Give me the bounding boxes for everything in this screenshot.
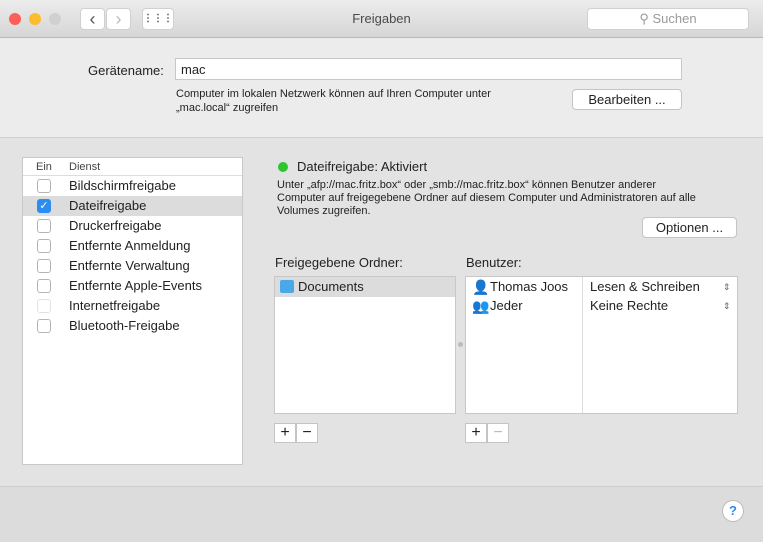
service-label: Druckerfreigabe: [69, 218, 162, 233]
service-row[interactable]: Entfernte Apple-Events: [23, 276, 242, 296]
bottom-bar: ?: [0, 486, 763, 542]
status-desc-line3: Volumes zugreifen.: [277, 205, 371, 217]
services-list: Ein Dienst Bildschirmfreigabe ✓ Dateifreig…: [22, 157, 243, 465]
column-service-label: Dienst: [69, 161, 101, 173]
status-desc-line1: Unter „afp://mac.fritz.box“ oder „smb://…: [277, 179, 657, 191]
search-input[interactable]: ⚲ Suchen: [587, 8, 749, 30]
service-label: Entfernte Verwaltung: [69, 258, 190, 273]
folder-name: Documents: [298, 279, 364, 294]
service-checkbox[interactable]: [37, 279, 51, 293]
permission-value: Lesen & Schreiben: [590, 279, 700, 294]
service-row[interactable]: Entfernte Anmeldung: [23, 236, 242, 256]
service-row[interactable]: Internetfreigabe: [23, 296, 242, 316]
service-checkbox[interactable]: [37, 179, 51, 193]
users-label: Benutzer:: [466, 255, 522, 270]
remove-folder-button[interactable]: −: [296, 423, 318, 443]
service-checkbox[interactable]: [37, 219, 51, 233]
service-label: Dateifreigabe: [69, 198, 147, 213]
service-row[interactable]: Entfernte Verwaltung: [23, 256, 242, 276]
service-row[interactable]: Druckerfreigabe: [23, 216, 242, 236]
help-button[interactable]: ?: [722, 500, 744, 522]
service-row[interactable]: ✓ Dateifreigabe: [23, 196, 242, 216]
group-icon: 👥: [472, 298, 490, 314]
add-folder-button[interactable]: +: [274, 423, 296, 443]
service-row[interactable]: Bluetooth-Freigabe: [23, 316, 242, 336]
permission-value: Keine Rechte: [590, 298, 669, 313]
users-list: 👤 Thomas Joos Lesen & Schreiben ⇕ 👥 Jeder Kein…: [465, 276, 738, 414]
add-user-button[interactable]: +: [465, 423, 487, 443]
folder-icon: [280, 280, 294, 293]
remove-user-button[interactable]: −: [487, 423, 509, 443]
edit-button[interactable]: Bearbeiten ...: [572, 89, 682, 110]
column-on[interactable]: Ein: [36, 160, 52, 174]
user-icon: 👤: [472, 279, 490, 295]
search-placeholder: Suchen: [652, 11, 697, 26]
service-checkbox[interactable]: [37, 259, 51, 273]
folder-row[interactable]: Documents: [275, 277, 455, 297]
device-name-input[interactable]: mac: [175, 58, 682, 80]
folders-label: Freigegebene Ordner:: [275, 255, 403, 270]
service-label: Entfernte Anmeldung: [69, 238, 191, 253]
split-handle[interactable]: [458, 342, 463, 347]
title-bar: ‹ › ⋮⋮⋮ Freigaben ⚲ Suchen: [0, 0, 763, 38]
service-row[interactable]: Bildschirmfreigabe: [23, 176, 242, 196]
service-label: Internetfreigabe: [69, 298, 161, 313]
status-title: Dateifreigabe: Aktiviert: [297, 159, 428, 174]
device-info-line2: „mac.local“ zugreifen: [176, 102, 279, 114]
user-name: Jeder: [490, 298, 523, 313]
user-row[interactable]: 👤 Thomas Joos Lesen & Schreiben ⇕: [466, 277, 737, 297]
updown-chevron-icon: ⇕: [723, 301, 731, 311]
folders-list: Documents: [274, 276, 456, 414]
service-checkbox[interactable]: ✓: [37, 199, 51, 213]
search-icon: ⚲: [639, 11, 653, 26]
user-name: Thomas Joos: [490, 279, 569, 294]
service-checkbox[interactable]: [37, 239, 51, 253]
device-section: Gerätename: mac Computer im lokalen Netz…: [0, 38, 763, 138]
permission-select[interactable]: Keine Rechte ⇕: [590, 296, 738, 316]
device-name-label: Gerätename:: [88, 63, 164, 78]
service-label: Bildschirmfreigabe: [69, 178, 176, 193]
service-label: Entfernte Apple-Events: [69, 278, 202, 293]
service-label: Bluetooth-Freigabe: [69, 318, 180, 333]
device-info-line1: Computer im lokalen Netzwerk können auf …: [176, 88, 491, 100]
service-checkbox[interactable]: [37, 319, 51, 333]
status-indicator-icon: [278, 162, 288, 172]
services-header: Ein Dienst: [23, 158, 242, 176]
service-checkbox[interactable]: [37, 299, 51, 313]
permission-select[interactable]: Lesen & Schreiben ⇕: [590, 277, 738, 297]
options-button[interactable]: Optionen ...: [642, 217, 737, 238]
user-row[interactable]: 👥 Jeder Keine Rechte ⇕: [466, 296, 737, 316]
updown-chevron-icon: ⇕: [723, 282, 731, 292]
status-desc-line2: Computer auf freigegebene Ordner auf die…: [277, 192, 696, 204]
